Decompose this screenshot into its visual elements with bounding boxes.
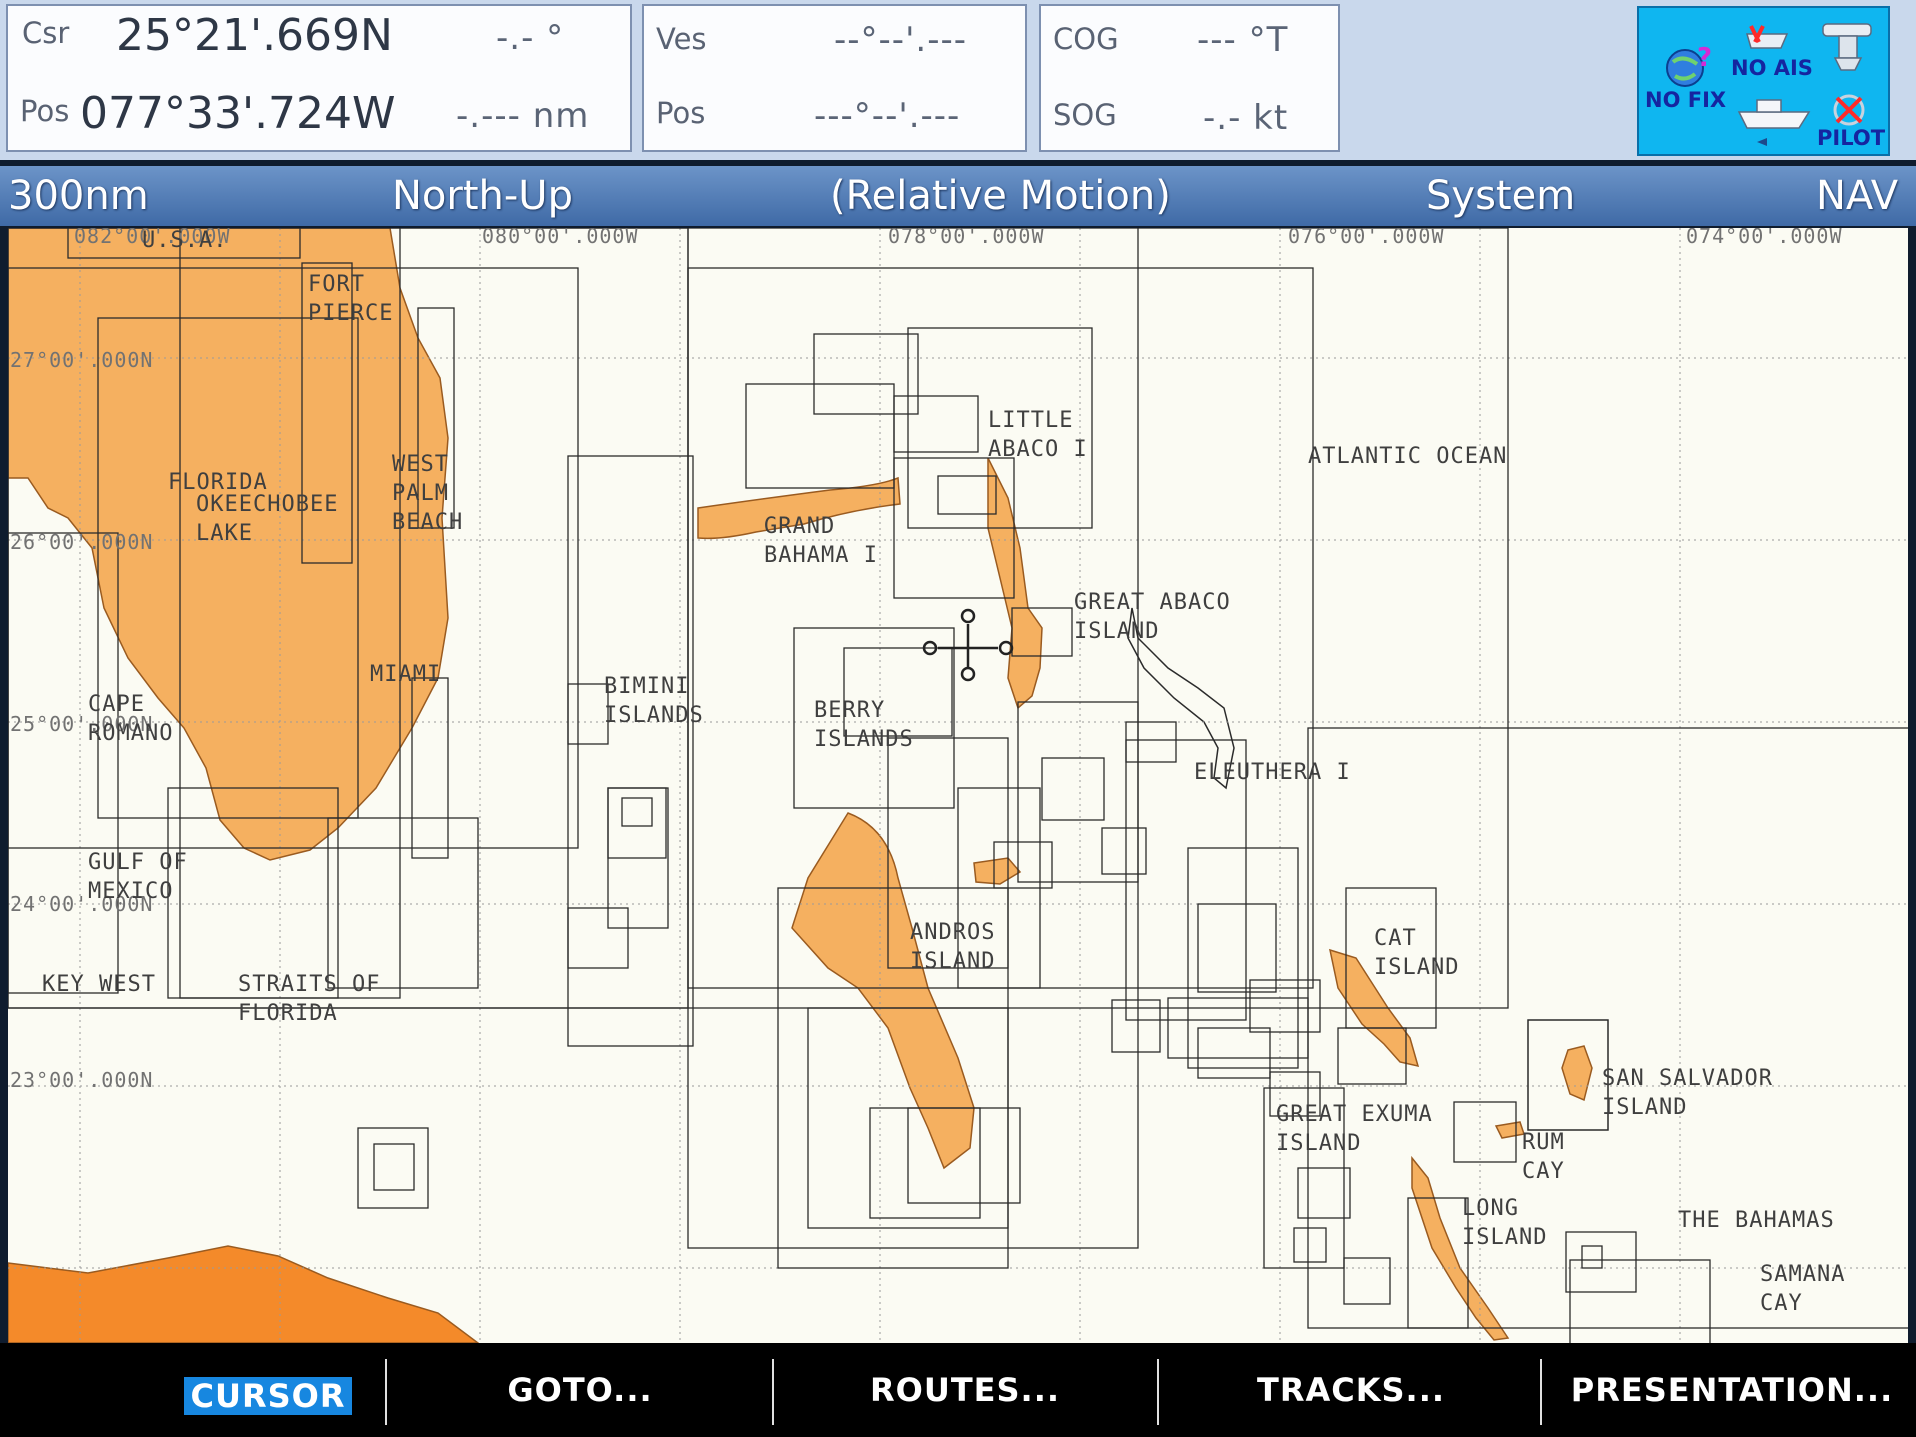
place-label: STRAITS OF FLORIDA: [238, 972, 381, 1026]
data-bar: Csr 25°21'.669N -.- ° Pos 077°33'.724W -…: [0, 0, 1916, 160]
place-label: WEST PALM BEACH: [392, 452, 464, 535]
range-display[interactable]: 300nm: [8, 173, 149, 219]
land-areas: [8, 228, 1593, 1343]
new-providence: [973, 857, 1022, 885]
goto-softkey[interactable]: GOTO...: [400, 1343, 760, 1437]
latitude-label: 26°00'.000N: [10, 530, 154, 554]
place-label: FORT PIERCE: [308, 272, 394, 326]
place-label: KEY WEST: [42, 972, 156, 997]
softkey-separator: [385, 1359, 387, 1425]
cursor-bearing: -.- °: [496, 18, 565, 58]
cursor-position-box: Csr 25°21'.669N -.- ° Pos 077°33'.724W -…: [6, 4, 632, 152]
andros-island: [791, 812, 975, 1170]
place-label: LITTLE ABACO I: [988, 408, 1088, 462]
cursor-latitude: 25°21'.669N: [116, 10, 393, 61]
place-label: GREAT ABACO ISLAND: [1074, 590, 1231, 644]
status-panel[interactable]: ? NO AIS NO FIX PILOT: [1637, 6, 1890, 156]
latitude-label: 27°00'.000N: [10, 348, 154, 372]
cursor-softkey[interactable]: CURSOR: [184, 1343, 352, 1437]
latitude-label: 23°00'.000N: [10, 1068, 154, 1092]
san-salvador: [1561, 1045, 1593, 1102]
ves-label: Ves: [656, 22, 707, 56]
longitude-label: 080°00'.000W: [482, 228, 639, 248]
place-label: SAMANA CAY: [1760, 1262, 1846, 1316]
pilot-indicator: PILOT: [1817, 126, 1886, 150]
place-label: U.S.A.: [142, 228, 228, 253]
place-label: CAPE ROMANO: [88, 692, 174, 746]
mode-display: NAV: [1816, 173, 1899, 219]
gps-globe-icon: ?: [1666, 43, 1712, 87]
place-label: ELEUTHERA I: [1194, 760, 1351, 785]
cuba-coast: [8, 1245, 480, 1343]
no-ais-indicator: NO AIS: [1731, 56, 1813, 80]
routes-softkey[interactable]: ROUTES...: [784, 1343, 1146, 1437]
softkey-separator: [772, 1359, 774, 1425]
place-label: LONG ISLAND: [1462, 1196, 1548, 1250]
vessel-pos-label: Pos: [656, 96, 706, 130]
radar-antenna-icon: [1822, 23, 1872, 71]
cursor-longitude: 077°33'.724W: [80, 88, 396, 139]
place-label: ANDROS ISLAND: [910, 920, 996, 974]
place-label: MIAMI: [370, 662, 442, 687]
cursor-crosshair-icon: [922, 608, 1014, 682]
longitude-label: 074°00'.000W: [1686, 228, 1843, 248]
place-label: GULF OF MEXICO: [88, 850, 188, 904]
softkey-separator: [1540, 1359, 1542, 1425]
place-label: RUM CAY: [1522, 1130, 1565, 1184]
vessel-position-box: Ves --°--'.--- Pos ---°--'.---: [642, 4, 1027, 152]
csr-label: Csr: [22, 16, 70, 50]
sog-value: -.- kt: [1203, 98, 1289, 138]
place-label: OKEECHOBEE LAKE: [196, 492, 339, 546]
sog-label: SOG: [1053, 98, 1117, 132]
longitude-label: 076°00'.000W: [1288, 228, 1445, 248]
svg-text:?: ?: [1697, 43, 1712, 73]
place-label: GREAT EXUMA ISLAND: [1276, 1102, 1433, 1156]
presentation-softkey[interactable]: PRESENTATION...: [1548, 1343, 1916, 1437]
place-label: GRAND BAHAMA I: [764, 514, 878, 568]
source-display: System: [1426, 173, 1576, 219]
pos-label: Pos: [20, 94, 70, 128]
longitude-label: 078°00'.000W: [888, 228, 1045, 248]
place-label: ATLANTIC OCEAN: [1308, 444, 1508, 469]
vessel-icon: [1737, 99, 1811, 146]
rum-cay: [1494, 1121, 1525, 1139]
place-label: THE BAHAMAS: [1678, 1208, 1835, 1233]
cog-sog-box: COG --- °T SOG -.- kt: [1039, 4, 1340, 152]
softkey-bar: CURSOR GOTO... ROUTES... TRACKS... PRESE…: [0, 1343, 1916, 1437]
autopilot-wheel-icon: [1833, 94, 1865, 126]
vessel-longitude: ---°--'.---: [814, 96, 961, 136]
orientation-display[interactable]: North-Up: [392, 173, 573, 219]
motion-mode-display[interactable]: (Relative Motion): [830, 173, 1171, 219]
vessel-latitude: --°--'.---: [834, 20, 968, 60]
chart-canvas[interactable]: 082°00'.000W 080°00'.000W 078°00'.000W 0…: [8, 228, 1908, 1343]
ais-ship-icon: [1746, 25, 1789, 49]
place-label: SAN SALVADOR ISLAND: [1602, 1066, 1773, 1120]
cog-label: COG: [1053, 22, 1119, 56]
chart-header: 300nm North-Up (Relative Motion) System …: [0, 166, 1916, 226]
place-label: BERRY ISLANDS: [814, 698, 914, 752]
tracks-softkey[interactable]: TRACKS...: [1170, 1343, 1532, 1437]
place-label: CAT ISLAND: [1374, 926, 1460, 980]
no-fix-indicator: NO FIX: [1645, 88, 1727, 112]
chart-graphics: [8, 228, 1908, 1343]
cursor-range: -.--- nm: [456, 96, 590, 136]
softkey-separator: [1157, 1359, 1159, 1425]
place-label: BIMINI ISLANDS: [604, 674, 704, 728]
cog-value: --- °T: [1197, 20, 1289, 60]
